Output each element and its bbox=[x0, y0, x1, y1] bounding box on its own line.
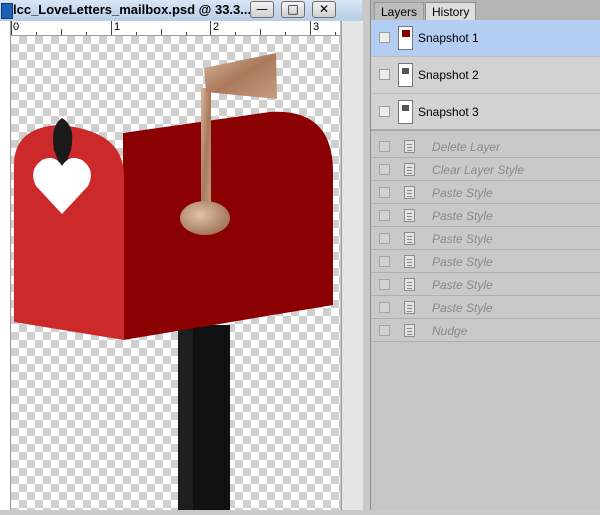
history-state-icon bbox=[404, 255, 415, 268]
snapshot-label: Snapshot 2 bbox=[418, 68, 479, 82]
history-checkbox[interactable] bbox=[379, 302, 390, 313]
snapshot-checkbox[interactable] bbox=[379, 106, 390, 117]
snapshot-label: Snapshot 3 bbox=[418, 105, 479, 119]
snapshot-checkbox[interactable] bbox=[379, 32, 390, 43]
snapshot-thumbnail bbox=[398, 63, 413, 87]
history-checkbox[interactable] bbox=[379, 233, 390, 244]
history-state[interactable]: Paste Style bbox=[371, 250, 600, 273]
snapshot-row[interactable]: Snapshot 2 bbox=[371, 57, 600, 94]
document-title-bar[interactable]: lcc_LoveLetters_mailbox.psd @ 33.3... — … bbox=[0, 0, 362, 22]
history-state[interactable]: Paste Style bbox=[371, 296, 600, 319]
ruler-label-2: 2 bbox=[213, 21, 220, 33]
vertical-scrollbar[interactable] bbox=[341, 21, 363, 510]
history-state[interactable]: Nudge bbox=[371, 319, 600, 342]
history-label: Paste Style bbox=[432, 209, 493, 223]
history-state-icon bbox=[404, 232, 415, 245]
history-label: Paste Style bbox=[432, 186, 493, 200]
panel-tab-bar: Layers History bbox=[371, 0, 600, 21]
mailbox-flag bbox=[204, 53, 277, 99]
snapshot-row[interactable]: Snapshot 3 bbox=[371, 94, 600, 131]
history-state-icon bbox=[404, 301, 415, 314]
image-canvas[interactable] bbox=[11, 36, 340, 510]
history-label: Nudge bbox=[432, 324, 468, 338]
history-state[interactable]: Paste Style bbox=[371, 227, 600, 250]
horizontal-ruler[interactable]: 0 1 2 3 bbox=[10, 21, 340, 36]
history-label: Paste Style bbox=[432, 301, 493, 315]
history-panel: Layers History Snapshot 1 Snapshot 2 Sna… bbox=[370, 0, 600, 510]
history-state[interactable]: Paste Style bbox=[371, 181, 600, 204]
history-checkbox[interactable] bbox=[379, 164, 390, 175]
history-state[interactable]: Delete Layer bbox=[371, 135, 600, 158]
minimize-button[interactable]: — bbox=[250, 1, 274, 18]
history-state[interactable]: Paste Style bbox=[371, 273, 600, 296]
tab-layers[interactable]: Layers bbox=[374, 2, 425, 20]
vertical-ruler[interactable] bbox=[0, 21, 11, 510]
history-checkbox[interactable] bbox=[379, 279, 390, 290]
history-label: Paste Style bbox=[432, 232, 493, 246]
history-state-icon bbox=[404, 209, 415, 222]
history-state-icon bbox=[404, 324, 415, 337]
history-state-icon bbox=[404, 163, 415, 176]
snapshot-label: Snapshot 1 bbox=[418, 31, 479, 45]
history-label: Clear Layer Style bbox=[432, 163, 525, 177]
history-checkbox[interactable] bbox=[379, 256, 390, 267]
history-state-icon bbox=[404, 186, 415, 199]
history-checkbox[interactable] bbox=[379, 141, 390, 152]
snapshot-thumbnail bbox=[398, 26, 413, 50]
snapshot-thumbnail bbox=[398, 100, 413, 124]
tab-history[interactable]: History bbox=[425, 2, 477, 20]
document-title: lcc_LoveLetters_mailbox.psd @ 33.3... bbox=[13, 2, 252, 17]
document-window: lcc_LoveLetters_mailbox.psd @ 33.3... — … bbox=[0, 0, 363, 510]
ruler-label-3: 3 bbox=[313, 21, 320, 33]
mailbox-body bbox=[123, 111, 333, 340]
mailbox-door bbox=[14, 125, 124, 340]
history-state[interactable]: Paste Style bbox=[371, 204, 600, 227]
history-checkbox[interactable] bbox=[379, 210, 390, 221]
history-label: Delete Layer bbox=[432, 140, 501, 154]
snapshot-row[interactable]: Snapshot 1 bbox=[371, 20, 600, 57]
close-button[interactable]: ✕ bbox=[312, 1, 336, 18]
mailbox-artwork bbox=[14, 53, 333, 510]
psd-file-icon bbox=[1, 3, 13, 19]
history-checkbox[interactable] bbox=[379, 187, 390, 198]
flag-pole bbox=[201, 88, 211, 216]
history-state-icon bbox=[404, 140, 415, 153]
history-checkbox[interactable] bbox=[379, 325, 390, 336]
flag-pivot bbox=[180, 201, 230, 235]
history-label: Paste Style bbox=[432, 278, 493, 292]
ruler-label-0: 0 bbox=[13, 21, 20, 33]
history-state-icon bbox=[404, 278, 415, 291]
history-state[interactable]: Clear Layer Style bbox=[371, 158, 600, 181]
snapshot-checkbox[interactable] bbox=[379, 69, 390, 80]
ruler-label-1: 1 bbox=[114, 21, 121, 33]
history-label: Paste Style bbox=[432, 255, 493, 269]
maximize-button[interactable]: □ bbox=[281, 1, 305, 18]
